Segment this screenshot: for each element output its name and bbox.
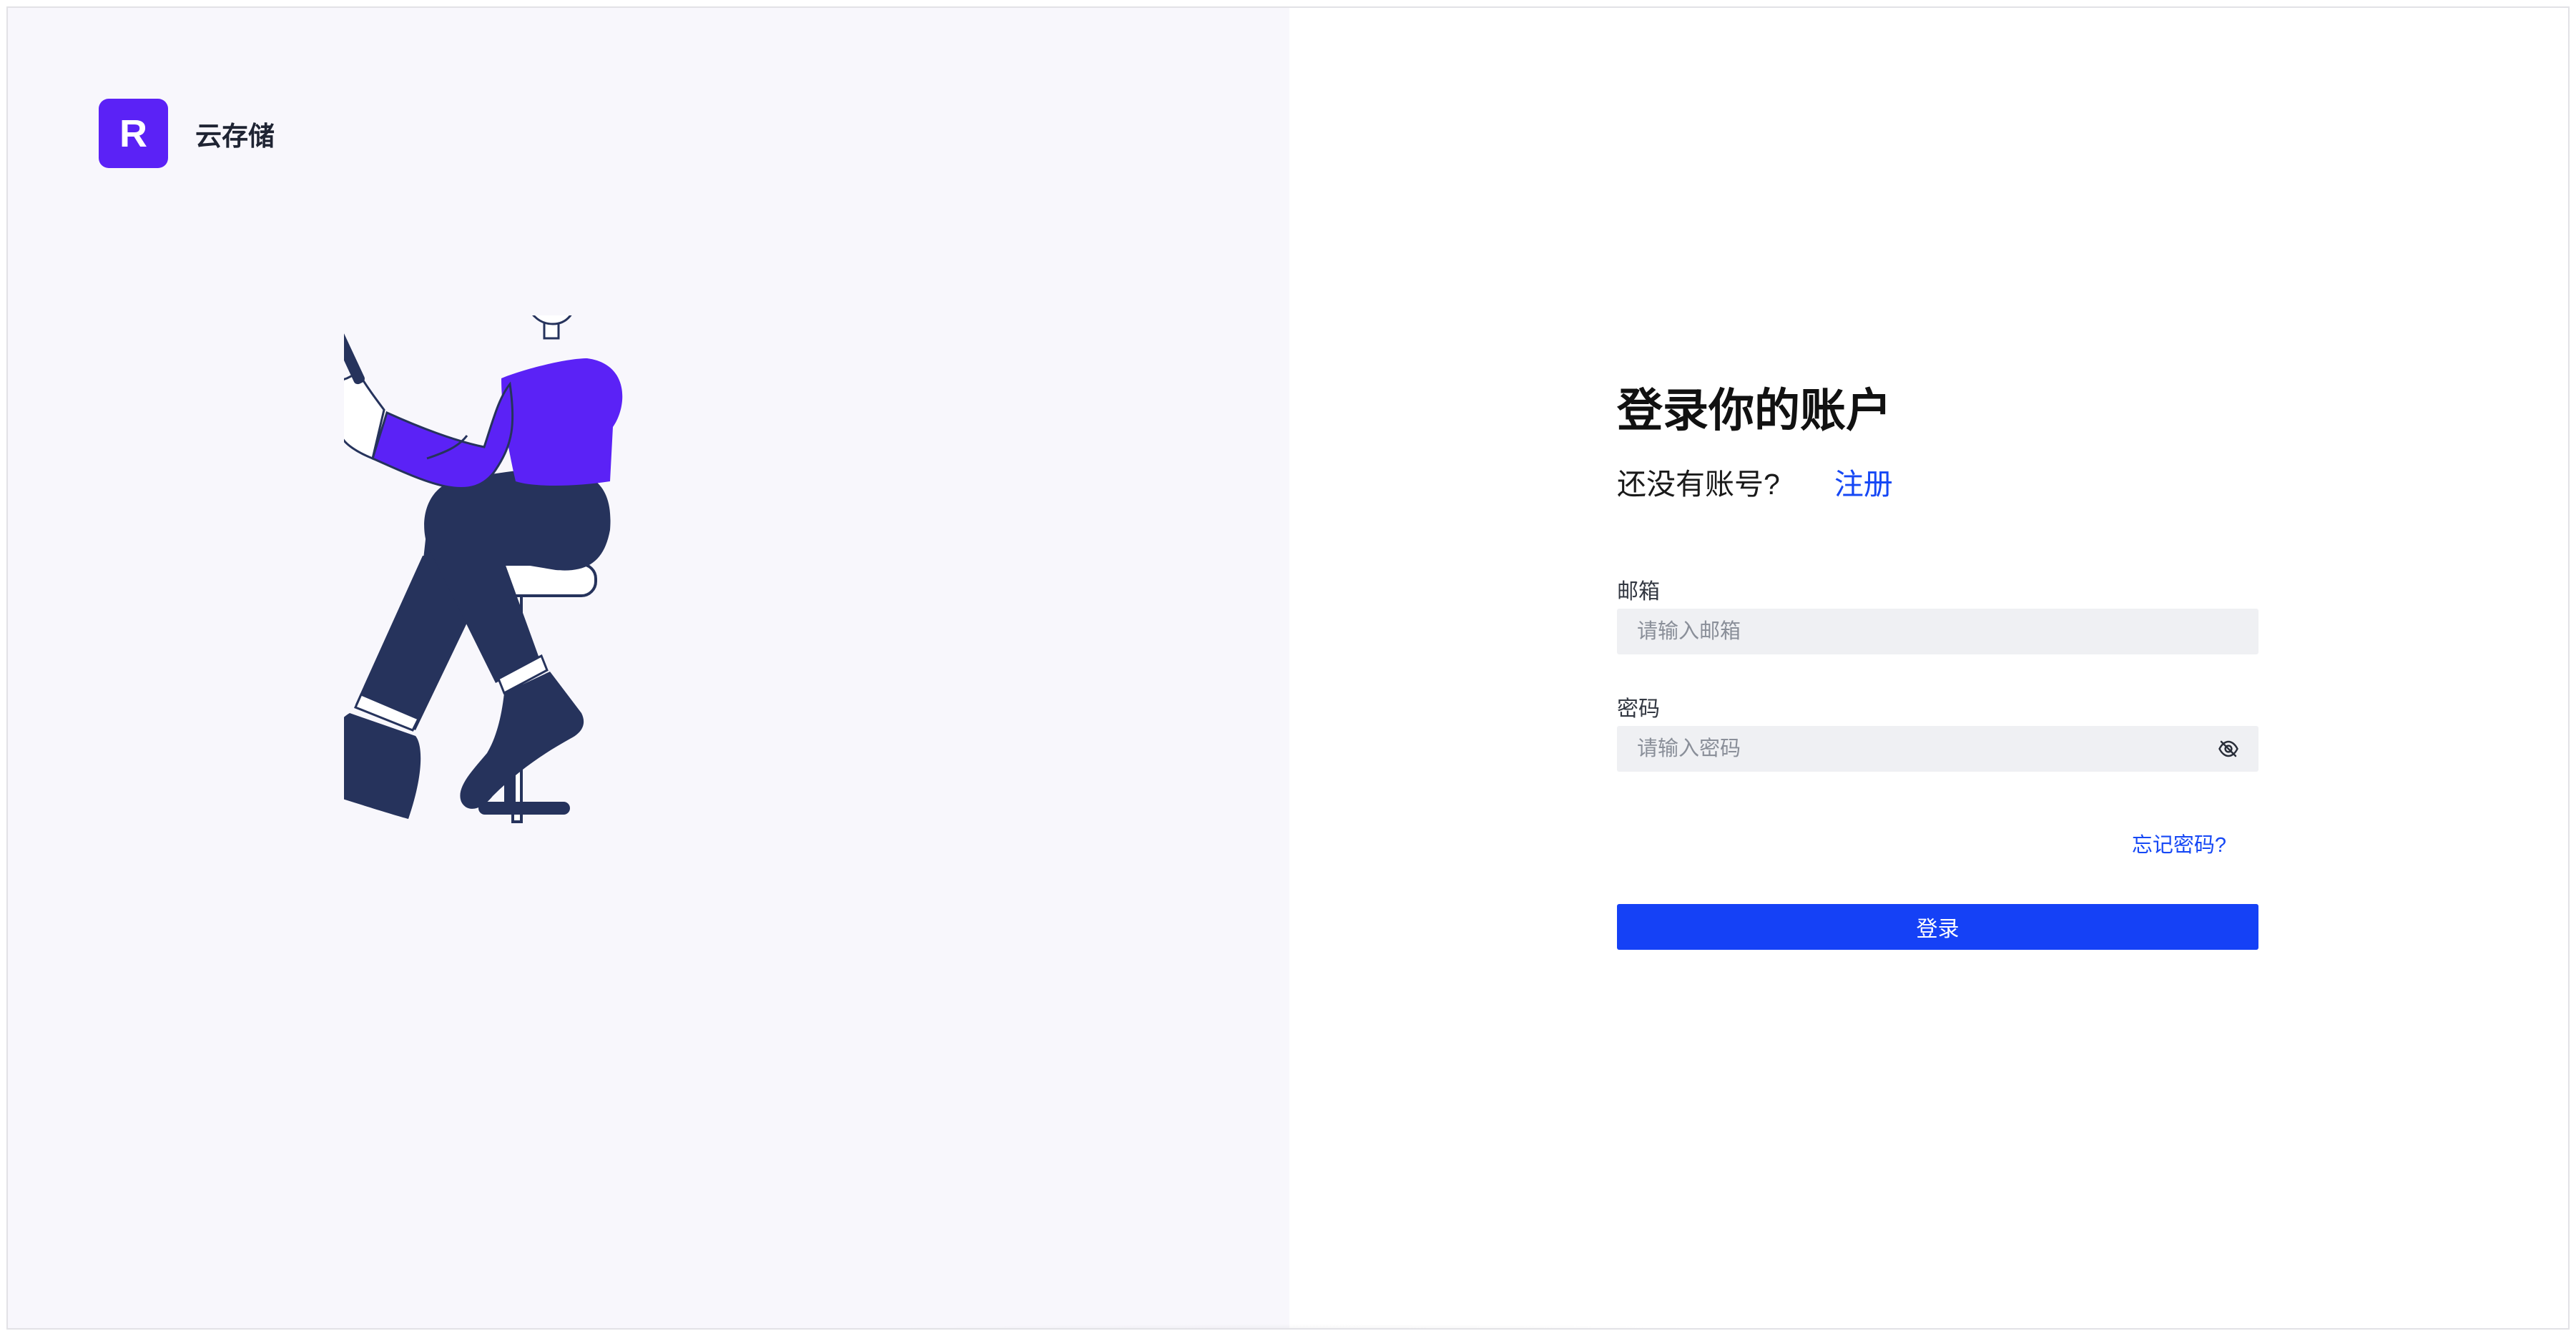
brand-name: 云存储: [195, 121, 275, 151]
person-sitting-illustration: [344, 315, 623, 823]
register-link[interactable]: 注册: [1834, 468, 1893, 501]
email-field[interactable]: [1617, 609, 2258, 654]
illustration-panel: R 云存储: [8, 8, 1289, 1328]
app-window: R 云存储 登录你的账户 还没有账号? 注册 邮箱 请输入邮箱 密码 忘记密码?…: [6, 6, 2570, 1330]
forgot-password-link[interactable]: 忘记密码?: [2132, 828, 2226, 858]
email-label: 邮箱: [1617, 580, 1660, 604]
login-button[interactable]: 登录: [1617, 904, 2258, 950]
brand-logo: R 云存储: [99, 99, 275, 168]
password-label: 密码: [1617, 697, 1660, 721]
page-title: 登录你的账户: [1617, 385, 1892, 436]
register-prompt: 还没有账号? 注册: [1617, 460, 1893, 503]
no-account-text: 还没有账号?: [1617, 468, 1780, 501]
eye-off-icon[interactable]: [2214, 735, 2243, 763]
logo-mark: R: [99, 99, 168, 168]
password-field[interactable]: [1617, 726, 2258, 772]
